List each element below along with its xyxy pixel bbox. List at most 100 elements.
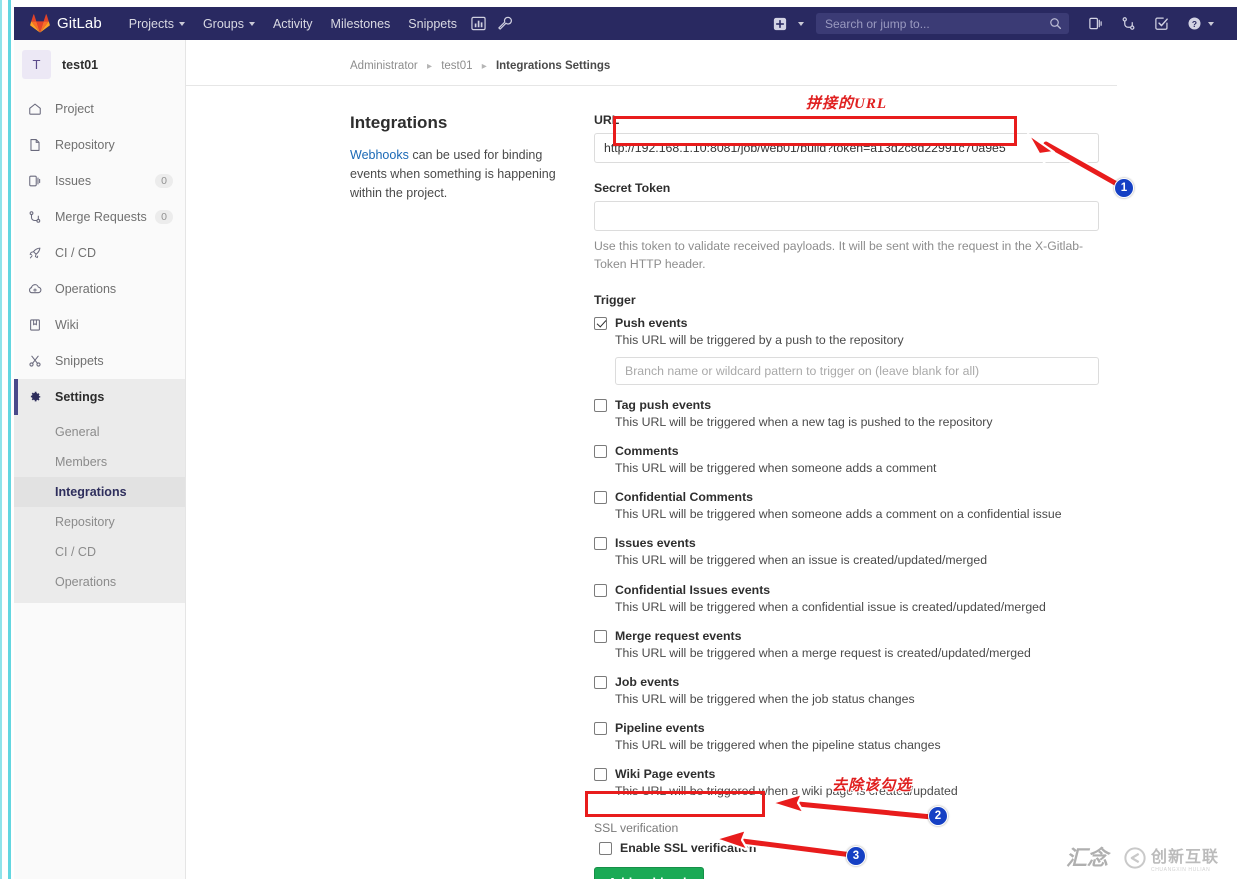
sidebar-item-merge-requests[interactable]: Merge Requests 0 [14,199,185,235]
wiki-page-events-label[interactable]: Wiki Page events [615,767,715,781]
issues-events-desc: This URL will be triggered when an issue… [615,553,988,568]
pipeline-events-checkbox[interactable] [594,722,607,736]
chevron-down-icon [1208,21,1214,26]
todos-icon[interactable] [1154,16,1169,31]
navbar-left-group: GitLab Projects Groups Activity Mileston… [14,7,518,40]
job-events-label[interactable]: Job events [615,675,679,689]
breadcrumb-separator: ▸ [426,61,432,72]
push-events-desc: This URL will be triggered by a push to … [615,332,904,347]
gitlab-logo-icon[interactable] [30,14,50,33]
new-item-button[interactable] [765,7,812,40]
sidebar-item-ci-cd-label: CI / CD [55,246,96,260]
nav-item-projects-label: Projects [128,16,174,31]
wiki-page-events-checkbox[interactable] [594,768,607,782]
nav-item-activity[interactable]: Activity [264,7,322,40]
tag-push-events-checkbox[interactable] [594,398,607,412]
nav-item-snippets[interactable]: Snippets [399,7,466,40]
sidebar-item-snippets[interactable]: Snippets [14,343,185,379]
nav-item-projects[interactable]: Projects [120,7,194,40]
merge-request-events-desc: This URL will be triggered when a merge … [615,645,1031,660]
push-events-label[interactable]: Push events [615,316,687,330]
confidential-comments-label[interactable]: Confidential Comments [615,490,753,504]
merge-request-events-checkbox[interactable] [594,629,607,643]
webhook-form: URL Secret Token Use this token to valid… [594,113,1099,879]
project-sidebar: T test01 Project Repository Issues 0 Mer… [14,40,186,879]
merge-requests-icon[interactable] [1121,16,1136,31]
browser-edge-strip [0,0,14,879]
push-events-checkbox[interactable] [594,316,607,330]
nav-item-groups[interactable]: Groups [194,7,264,40]
sidebar-subitem-members[interactable]: Members [14,447,185,477]
secret-token-help: Use this token to validate received payl… [594,239,1084,272]
integrations-description: Webhooks can be used for binding events … [350,146,574,203]
sidebar-subitem-integrations[interactable]: Integrations [14,477,185,507]
comments-checkbox[interactable] [594,445,607,458]
sidebar-issues-count: 0 [155,174,173,188]
sidebar-project-header[interactable]: T test01 [14,40,185,89]
scissors-icon [26,354,43,368]
sidebar-subitem-ci-cd[interactable]: CI / CD [14,537,185,567]
sidebar-item-issues[interactable]: Issues 0 [14,163,185,199]
trigger-issues-events-line: Issues events [594,536,1099,551]
secret-token-input[interactable] [594,201,1099,231]
enable-ssl-verification-checkbox[interactable] [599,841,612,855]
sidebar-item-merge-requests-label: Merge Requests [55,210,147,224]
sidebar-item-ci-cd[interactable]: CI / CD [14,235,185,271]
webhooks-link[interactable]: Webhooks [350,148,409,162]
trigger-merge-request-events: Merge request events This URL will be tr… [594,629,1099,662]
sidebar-subitem-general[interactable]: General [14,417,185,447]
confidential-issues-events-checkbox[interactable] [594,583,607,597]
sidebar-item-project[interactable]: Project [14,91,185,127]
url-label: URL [594,113,620,127]
enable-ssl-verification-label[interactable]: Enable SSL verification [620,841,756,855]
sidebar-item-settings-label: Settings [55,390,105,404]
trigger-pipeline-events-line: Pipeline events [594,721,1099,736]
breadcrumb-separator: ▸ [481,61,487,72]
nav-item-milestones[interactable]: Milestones [322,7,400,40]
sidebar-item-repository[interactable]: Repository [14,127,185,163]
analytics-chart-icon[interactable] [466,7,492,40]
trigger-tag-push-events: Tag push events This URL will be trigger… [594,398,1099,431]
job-events-desc: This URL will be triggered when the job … [615,692,915,707]
sidebar-item-settings[interactable]: Settings [14,379,185,415]
search-input[interactable] [823,15,1049,32]
sidebar-subitem-repository[interactable]: Repository [14,507,185,537]
sidebar-item-wiki[interactable]: Wiki [14,307,185,343]
merge-request-events-label[interactable]: Merge request events [615,629,741,643]
add-webhook-button[interactable]: Add webhook [594,866,704,879]
trigger-confidential-issues-line: Confidential Issues events [594,583,1099,597]
issues-events-label[interactable]: Issues events [615,536,696,550]
pipeline-events-label[interactable]: Pipeline events [615,721,705,735]
sidebar-item-operations-label: Operations [55,282,117,296]
issues-icon[interactable] [1088,16,1103,31]
sidebar-subitem-operations[interactable]: Operations [14,567,185,597]
trigger-job-events-line: Job events [594,675,1099,690]
chevron-down-icon [798,21,804,26]
breadcrumb-user[interactable]: Administrator [350,60,418,72]
url-input[interactable] [594,133,1099,163]
global-search-box[interactable] [816,13,1069,34]
trigger-confidential-comments: Confidential Comments This URL will be t… [594,490,1099,523]
help-icon[interactable]: ? [1187,16,1214,31]
confidential-comments-checkbox[interactable] [594,491,607,505]
trigger-merge-request-line: Merge request events [594,629,1099,643]
brand-name[interactable]: GitLab [57,15,102,32]
confidential-issues-events-label[interactable]: Confidential Issues events [615,583,770,597]
edge-accent-inner [8,0,11,879]
admin-wrench-icon[interactable] [492,7,518,40]
breadcrumb-project[interactable]: test01 [441,60,472,72]
issues-events-checkbox[interactable] [594,537,607,551]
chevron-down-icon [178,21,185,26]
navbar-right-group: ? [765,7,1237,40]
chevron-down-icon [248,21,255,26]
document-icon [26,138,43,152]
sidebar-item-operations[interactable]: Operations [14,271,185,307]
comments-label[interactable]: Comments [615,444,679,458]
job-events-checkbox[interactable] [594,676,607,690]
wiki-page-events-desc: This URL will be triggered when a wiki p… [615,784,958,799]
push-branch-input[interactable] [615,356,1099,385]
gear-icon [26,390,43,404]
trigger-wiki-page-line: Wiki Page events [594,767,1099,782]
tag-push-events-label[interactable]: Tag push events [615,398,711,412]
